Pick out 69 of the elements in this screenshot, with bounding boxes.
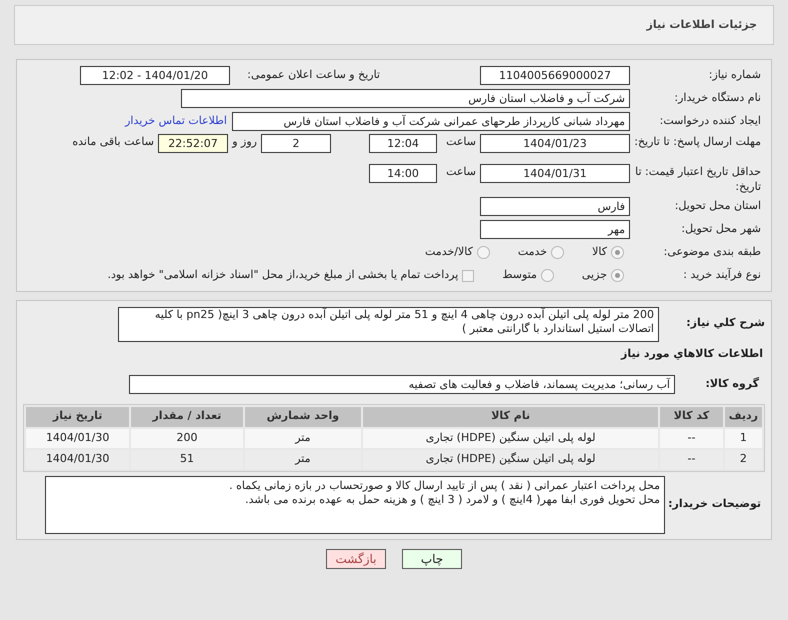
field-label: ساعت xyxy=(445,164,477,180)
field-label: حداقل تاریخ اعتبار قیمت: تا تاریخ: xyxy=(634,164,762,194)
radio-button[interactable] xyxy=(611,246,624,259)
text-field[interactable]: فارس xyxy=(480,197,630,216)
checkbox-label: پرداخت تمام یا بخشی از مبلغ خرید،از محل "اسناد خزانه اسلامی" خواهد بود. xyxy=(108,267,458,284)
field-label: نام دستگاه خریدار: xyxy=(673,90,762,106)
table-cell: لوله پلی اتیلن سنگین (HDPE) تجاری xyxy=(363,428,658,448)
column-header: تعداد / مقدار xyxy=(131,406,243,426)
field-label: گروه کالا: xyxy=(704,376,760,392)
field-label: روز و xyxy=(230,134,258,150)
column-header: تاریخ نیاز xyxy=(26,406,130,426)
field-label: مهلت ارسال پاسخ: تا تاریخ: xyxy=(633,134,762,149)
radio-button[interactable] xyxy=(476,246,490,259)
back-button[interactable]: بازگشت xyxy=(326,548,386,568)
radio-label: جزیی xyxy=(582,267,607,284)
table-cell: 2 xyxy=(724,450,762,468)
field-label: شرح کلي نياز: xyxy=(685,315,765,331)
buyer-contact-link[interactable]: اطلاعات تماس خریدار xyxy=(125,113,227,130)
table-cell: 1404/01/30 xyxy=(26,428,130,448)
text-field[interactable]: شرکت آب و فاضلاب استان فارس xyxy=(181,89,630,108)
print-button[interactable]: چاپ xyxy=(402,548,462,568)
field-label: ساعت xyxy=(445,134,477,150)
field-label: توضیحات خریدار: xyxy=(667,496,762,512)
table-cell: 51 xyxy=(131,450,243,468)
radio-label: خدمت xyxy=(518,244,548,260)
field-label: ایجاد کننده درخواست: xyxy=(658,113,762,130)
table-cell: -- xyxy=(660,428,723,448)
table-cell: متر xyxy=(244,428,362,448)
column-header: کد کالا xyxy=(660,406,723,426)
page-title: جزئیات اطلاعات نیاز xyxy=(646,16,757,33)
text-field[interactable]: مهرداد شبانی کارپرداز طرحهای عمرانی شرکت آب و فاضلاب استان فارس xyxy=(232,112,630,131)
field-label: ساعت باقی مانده xyxy=(72,134,155,150)
radio-label: کالا xyxy=(592,244,607,260)
text-field[interactable]: 1104005669000027 xyxy=(480,66,630,85)
radio-label: کالا/خدمت xyxy=(425,244,473,260)
text-field[interactable]: 22:52:07 xyxy=(158,134,228,153)
text-field[interactable]: 1404/01/31 xyxy=(480,164,630,183)
table-cell: متر xyxy=(244,450,362,468)
radio-label: متوسط xyxy=(502,267,537,284)
radio-button[interactable] xyxy=(551,246,564,259)
radio-button[interactable] xyxy=(611,269,624,282)
table-cell: 200 xyxy=(131,428,243,448)
text-field[interactable]: 1404/01/23 xyxy=(480,134,630,153)
note-line: محل تحویل فوری ابفا مهر( 4اینچ ) و لامرد ( 3 اینچ ) و هزینه حمل به عهده برنده می باشد. xyxy=(244,492,660,506)
field-label: نوع فرآیند خرید : xyxy=(682,267,762,284)
column-header: ردیف xyxy=(724,406,762,426)
text-field[interactable]: 14:00 xyxy=(369,164,437,183)
text-field[interactable]: آب رسانی؛ مدیریت پسماند، فاضلاب و فعالیت های تصفیه xyxy=(129,374,675,394)
table-cell: 1404/01/30 xyxy=(26,450,130,468)
table-cell: -- xyxy=(660,450,723,468)
text-field[interactable]: 1404/01/20 - 12:02 xyxy=(80,66,230,85)
notes-textarea[interactable]: محل پرداخت اعتبار عمرانی ( نقد ) پس از تایید ارسال کالا و صورتحساب در بازه زمانی یکماه . محل تحویل فوری ابفا مهر( 4اینچ ) و لامرد ( 3 اینچ ) و هزینه حمل به عهده برنده می باشد. xyxy=(45,476,665,534)
field-label: طبقه بندی موضوعی: xyxy=(662,244,762,260)
field-label: شماره نیاز: xyxy=(708,67,762,84)
field-label: استان محل تحویل: xyxy=(674,198,762,214)
section-title: اطلاعات کالاهاي مورد نياز xyxy=(620,346,764,362)
text-field[interactable]: مهر xyxy=(480,220,630,239)
text-field[interactable]: 12:04 xyxy=(369,134,437,153)
table-cell: 1 xyxy=(724,428,762,448)
column-header: واحد شمارش xyxy=(244,406,362,426)
note-line: محل پرداخت اعتبار عمرانی ( نقد ) پس از تایید ارسال کالا و صورتحساب در بازه زمانی یکماه . xyxy=(228,478,660,492)
column-header: نام کالا xyxy=(363,406,658,426)
field-label: تاریخ و ساعت اعلان عمومی: xyxy=(246,67,380,84)
field-label: شهر محل تحویل: xyxy=(680,221,762,238)
text-field[interactable]: 2 xyxy=(261,134,331,153)
radio-button[interactable] xyxy=(540,269,554,282)
description-textarea[interactable]: 200 متر لوله پلی اتیلن آبده درون چاهی 4 اینچ و 51 متر لوله پلی اتیلن آبده درون چاهی 3 اینچ( pn25 با کلیه اتصالات استیل استاندارد با گارانتی معتبر ) xyxy=(118,307,659,342)
checkbox[interactable] xyxy=(462,270,474,282)
table-cell: لوله پلی اتیلن سنگین (HDPE) تجاری xyxy=(363,450,658,468)
